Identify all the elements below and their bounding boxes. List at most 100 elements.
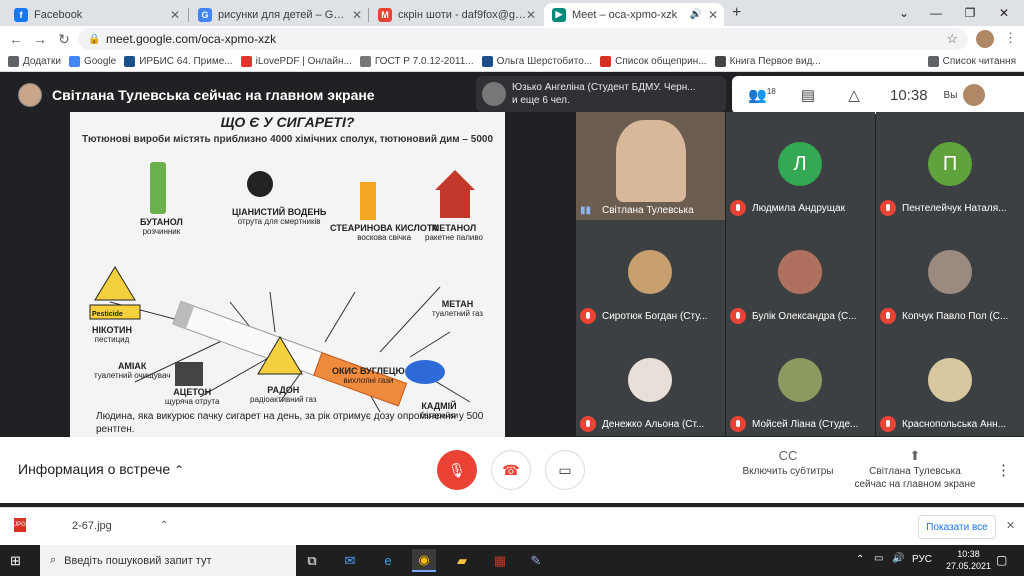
bookmark-olga[interactable]: Ольга Шерстобито... — [481, 56, 592, 67]
mic-off-icon — [580, 416, 596, 432]
avatar — [778, 358, 822, 402]
reload-icon[interactable]: ↻ — [52, 31, 76, 48]
camera-toggle-button[interactable]: ▭ — [545, 450, 585, 490]
mail-icon[interactable]: ✉ — [338, 549, 362, 572]
close-icon[interactable]: ✕ — [352, 8, 362, 22]
close-window-button[interactable]: ✕ — [986, 0, 1022, 26]
star-icon[interactable]: ☆ — [946, 31, 958, 47]
label-carbon-monoxide: ОКИС ВУГЛЕЦЮ вихлопні гази — [332, 366, 405, 386]
avatar: Л — [778, 142, 822, 186]
tab-gmail[interactable]: M скрін шоти - daf9fox@gmail.com ✕ — [370, 3, 542, 26]
windows-start-icon[interactable]: ⊞ — [10, 553, 21, 569]
label-radon: РАДОН радіоактивний газ — [250, 385, 317, 405]
chevron-up-icon[interactable]: ⌃ — [160, 520, 168, 531]
slide-footer: Людина, яка викурює пачку сигарет на ден… — [96, 411, 484, 435]
reading-list[interactable]: Список читання — [927, 56, 1016, 67]
tab-facebook[interactable]: f Facebook ✕ — [6, 3, 186, 26]
app-icon[interactable]: ▦ — [488, 549, 512, 572]
bookmark-book[interactable]: Книга Первое вид... — [714, 56, 821, 67]
address-text: meet.google.com/oca-xpmo-xzk — [106, 32, 277, 46]
bookmark-google[interactable]: Google — [68, 56, 116, 67]
profile-avatar[interactable] — [976, 30, 994, 48]
bookmark-irbis[interactable]: ИРБИС 64. Приме... — [124, 56, 233, 67]
tab-google-search[interactable]: G рисунки для детей – Google Пои ✕ — [190, 3, 368, 26]
mic-off-icon — [580, 308, 596, 324]
avatar — [482, 82, 506, 106]
close-icon[interactable]: ✕ — [170, 8, 180, 22]
task-view-icon[interactable]: ⧉ — [300, 549, 324, 572]
present-icon: ⬆ — [909, 448, 921, 463]
captions-button[interactable]: CC Включить субтитры — [738, 449, 838, 478]
minimize-button[interactable]: — — [918, 0, 954, 26]
windows-taskbar: ⊞ ⌕ Введіть пошуковий запит тут ⧉ ✉ e ◉ ▰… — [0, 545, 1024, 576]
bookmark-gost[interactable]: ГОСТ Р 7.0.12-2011... — [359, 56, 474, 67]
close-icon[interactable]: ✕ — [526, 8, 536, 22]
mic-toggle-button[interactable]: 🎙 — [437, 450, 477, 490]
self-avatar — [963, 84, 986, 106]
chat-icon[interactable]: ▤ — [792, 86, 824, 104]
leave-call-button[interactable]: ☎ — [491, 450, 531, 490]
taskbar-search[interactable]: ⌕ Введіть пошуковий запит тут — [40, 545, 296, 576]
meeting-top-controls: 👥18 ▤ △ 10:38 Вы — [732, 76, 1024, 114]
paint-icon[interactable]: ✎ — [524, 549, 548, 572]
tab-search-icon[interactable]: ⌄ — [886, 0, 922, 26]
network-icon[interactable]: ▭ — [874, 553, 883, 564]
hang-up-icon: ☎ — [502, 461, 520, 478]
back-icon[interactable]: ← — [4, 31, 28, 47]
presenter-avatar — [18, 83, 42, 107]
apps-icon — [8, 56, 19, 67]
tab-meet[interactable]: ▶ Meet – oca-xpmo-xzk 🔊 ✕ — [544, 3, 724, 26]
activities-icon[interactable]: △ — [838, 86, 870, 104]
restore-button[interactable]: ❐ — [952, 0, 988, 26]
participant-tile[interactable]: Денежко Альона (Ст... — [576, 328, 725, 436]
notifications-icon[interactable]: ▢ — [996, 553, 1007, 567]
participant-tile-video[interactable]: ▮▮ Світлана Тулевська — [576, 112, 725, 220]
close-icon[interactable]: ✕ — [708, 8, 718, 22]
close-icon[interactable]: ✕ — [1006, 519, 1015, 532]
file-icon: JPG — [14, 518, 26, 532]
gmail-icon: M — [378, 7, 392, 22]
facebook-icon: f — [14, 7, 28, 22]
meeting-info-button[interactable]: Информация о встрече ⌃ — [18, 461, 184, 477]
bookmark-apps[interactable]: Додатки — [8, 56, 61, 67]
system-clock[interactable]: 10:38 27.05.2021 — [946, 548, 991, 572]
label-ammonia: АМІАК туалетний очищувач — [94, 361, 171, 381]
bookmark-list[interactable]: Список общеприн... — [600, 56, 707, 67]
lock-icon: 🔒 — [88, 34, 101, 45]
explorer-icon[interactable]: ▰ — [450, 549, 474, 572]
forward-icon[interactable]: → — [28, 31, 52, 47]
new-tab-button[interactable]: + — [732, 4, 741, 22]
speaker-icon[interactable]: 🔊 — [690, 9, 702, 20]
volume-icon[interactable]: 🔊 — [892, 553, 904, 564]
mic-off-icon: 🎙 — [448, 461, 466, 478]
participant-tile[interactable]: Сиротюк Богдан (Сту... — [576, 220, 725, 328]
meet-icon: ▶ — [552, 7, 566, 22]
tray-chevron-icon[interactable]: ⌃ — [856, 554, 864, 565]
participant-tile[interactable]: Л Людмила Андрущак — [726, 112, 875, 220]
label-butanol: БУТАНОЛ розчинник — [140, 217, 183, 237]
show-all-button[interactable]: Показати все — [918, 515, 996, 539]
participant-tile[interactable]: Краснопольська Анн... — [876, 328, 1024, 436]
label-stearic: СТЕАРИНОВА КИСЛОТА воскова свічка — [330, 223, 439, 243]
mic-off-icon — [730, 308, 746, 324]
present-now-button[interactable]: ⬆ Світлана Тулевська сейчас на главном экр… — [850, 449, 980, 491]
chrome-icon[interactable]: ◉ — [412, 549, 436, 572]
address-bar[interactable]: 🔒 meet.google.com/oca-xpmo-xzk ☆ — [78, 28, 968, 50]
avatar — [928, 358, 972, 402]
participant-tile[interactable]: П Пентелейчук Наталя... — [876, 112, 1024, 220]
downloads-bar: JPG 2-67.jpg ⌃ Показати все ✕ — [0, 507, 1024, 545]
language-indicator[interactable]: РУС — [912, 554, 932, 565]
edge-icon[interactable]: e — [376, 549, 400, 572]
bookmark-ilovepdf[interactable]: iLovePDF | Онлайн... — [240, 56, 352, 67]
mic-off-icon — [880, 308, 896, 324]
bookmarks-bar: Додатки Google ИРБИС 64. Приме... iLoveP… — [0, 52, 1024, 72]
download-filename[interactable]: 2-67.jpg — [72, 520, 112, 532]
participant-tile[interactable]: Мойсей Ліана (Студе... — [726, 328, 875, 436]
menu-icon[interactable]: ⋮ — [1004, 30, 1017, 46]
more-options-icon[interactable]: ⋮ — [996, 461, 1011, 479]
people-icon[interactable]: 👥18 — [746, 86, 778, 104]
participant-tile[interactable]: Булік Олександра (С... — [726, 220, 875, 328]
tab-strip: f Facebook ✕ G рисунки для детей – Googl… — [0, 0, 1024, 26]
participant-tile[interactable]: Копчук Павло Пол (С... — [876, 220, 1024, 328]
audio-level-icon: ▮▮ — [580, 205, 592, 216]
